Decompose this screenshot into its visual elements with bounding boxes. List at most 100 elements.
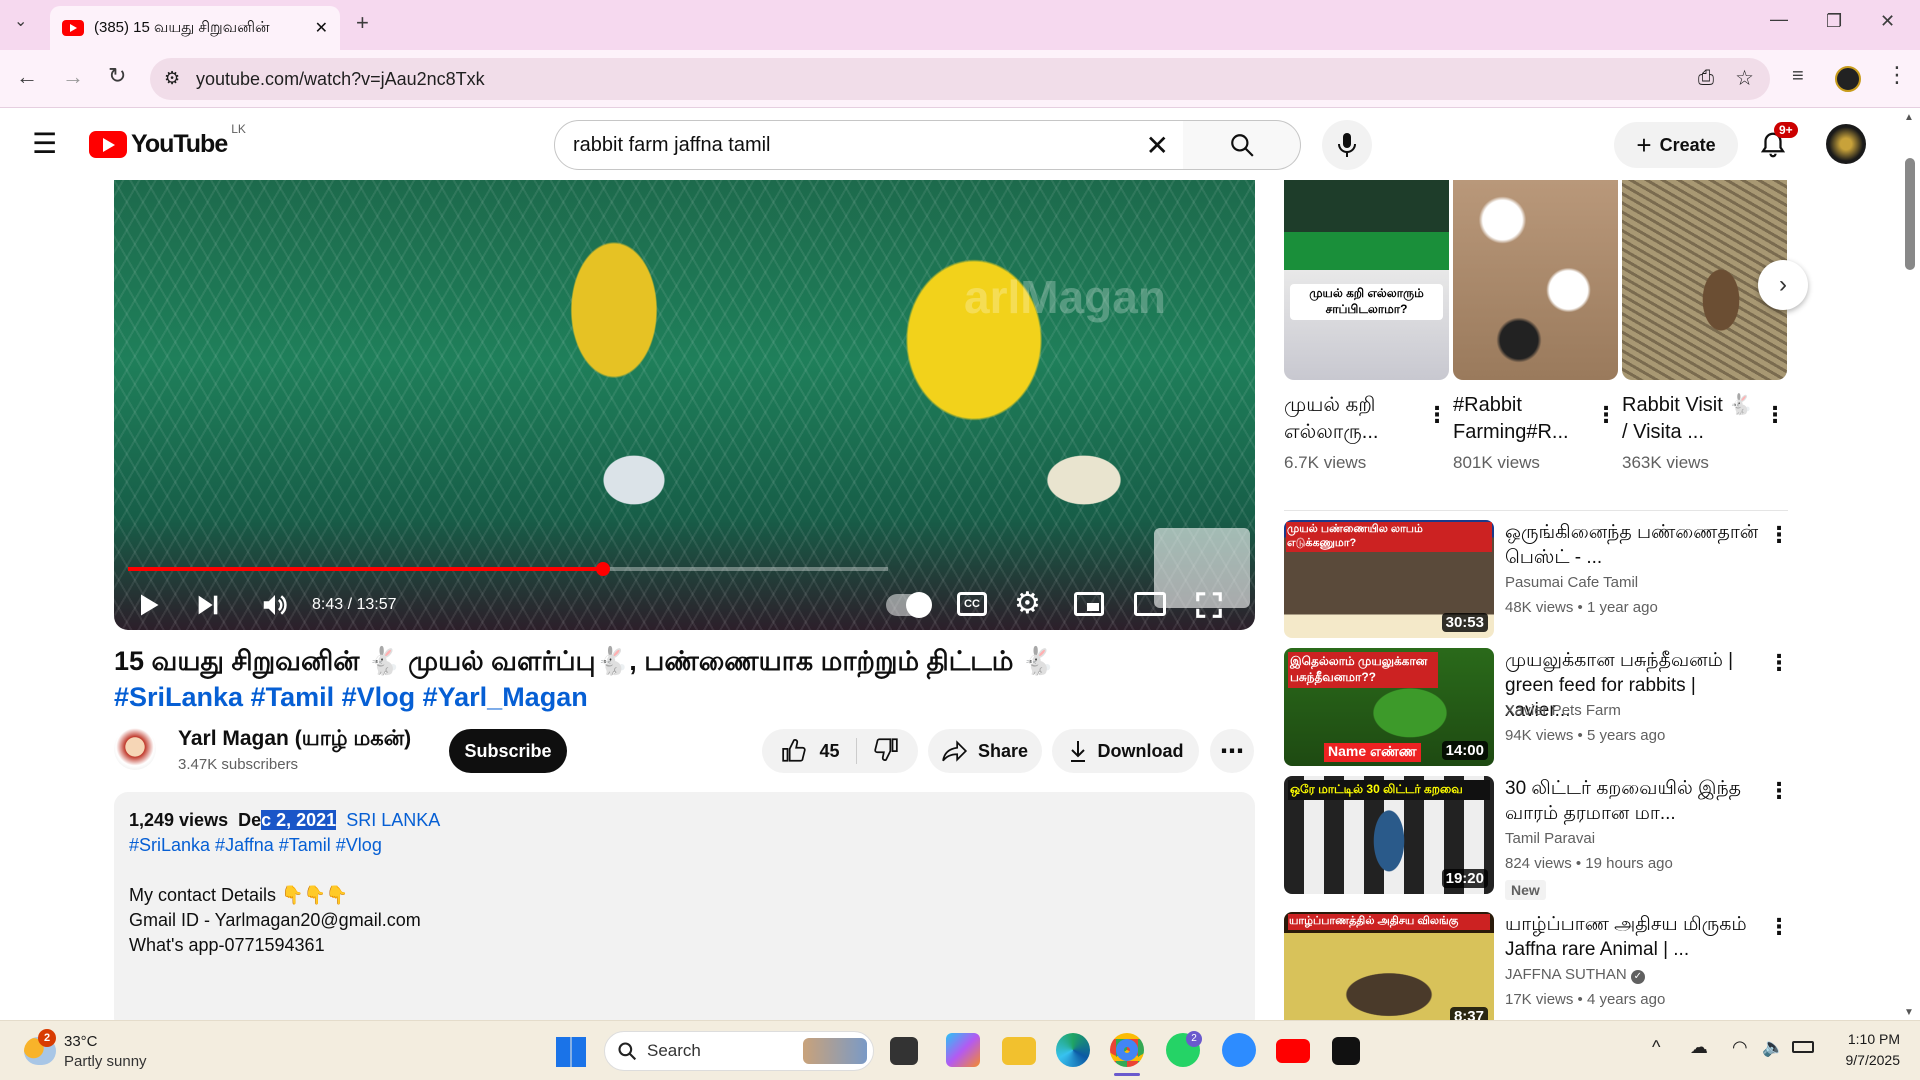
reload-icon[interactable]: ↻	[108, 65, 126, 87]
theater-mode-icon[interactable]	[1134, 592, 1166, 616]
related-title[interactable]: ஒருங்கினைந்த பண்ணைதான் பெஸ்ட் - ...	[1505, 520, 1760, 570]
scroll-down-icon[interactable]: ▼	[1904, 1007, 1914, 1018]
progress-scrubber[interactable]	[596, 562, 610, 576]
chrome-icon[interactable]	[1110, 1033, 1144, 1067]
related-channel[interactable]: Pasumai Cafe Tamil	[1505, 574, 1638, 591]
share-button[interactable]: Share	[928, 729, 1042, 773]
related-video[interactable]: ஒரே மாட்டில் 30 லிட்டர் கறவை 19:20 30 லி…	[1284, 776, 1790, 900]
onedrive-icon[interactable]: ☁	[1690, 1037, 1708, 1058]
short-menu-icon[interactable]: ⋮	[1764, 402, 1786, 428]
account-avatar[interactable]	[1826, 124, 1866, 164]
media-controls-icon[interactable]: ≡	[1792, 66, 1804, 86]
tab-search-chevron-icon[interactable]: ⌄	[14, 14, 27, 30]
short-thumbnail[interactable]	[1453, 180, 1618, 380]
windows-start-icon[interactable]	[556, 1037, 586, 1067]
related-thumbnail[interactable]: இதெல்லாம் முயலுக்கான பசுந்தீவனமா?? Name …	[1284, 648, 1494, 766]
location-link[interactable]: SRI LANKA	[346, 810, 440, 830]
channel-avatar[interactable]	[114, 728, 156, 770]
profile-avatar[interactable]	[1835, 66, 1861, 92]
show-hidden-icons-chevron[interactable]: ^	[1652, 1037, 1660, 1058]
search-input[interactable]: rabbit farm jaffna tamil ✕	[554, 120, 1184, 170]
related-channel[interactable]: JAFFNA SUTHAN ✓	[1505, 966, 1645, 984]
scroll-up-icon[interactable]: ▲	[1904, 112, 1914, 123]
related-video[interactable]: இதெல்லாம் முயலுக்கான பசுந்தீவனமா?? Name …	[1284, 648, 1790, 768]
search-query[interactable]: rabbit farm jaffna tamil	[573, 134, 771, 157]
related-menu-icon[interactable]: ⋮	[1768, 650, 1790, 676]
fullscreen-icon[interactable]	[1194, 590, 1224, 620]
notifications-button[interactable]: 9+	[1758, 122, 1798, 164]
description-tags[interactable]: #SriLanka #Jaffna #Tamil #Vlog	[129, 833, 1240, 858]
related-video[interactable]: முயல் பண்ணையில லாபம் எடுக்கணுமா? 30:53 ஒ…	[1284, 520, 1790, 640]
related-menu-icon[interactable]: ⋮	[1768, 914, 1788, 940]
dislike-button[interactable]	[857, 736, 899, 767]
short-item[interactable]: முயல் கறி எல்லாரும் சாப்பிடலாமா? முயல் க…	[1284, 180, 1449, 472]
create-button[interactable]: + Create	[1614, 122, 1738, 168]
related-menu-icon[interactable]: ⋮	[1768, 522, 1790, 548]
close-tab-icon[interactable]: ✕	[315, 18, 328, 38]
short-item[interactable]: #Rabbit Farming#R... 801K views ⋮	[1453, 180, 1618, 472]
download-button[interactable]: Download	[1052, 729, 1199, 773]
clear-search-icon[interactable]: ✕	[1146, 129, 1169, 162]
related-menu-icon[interactable]: ⋮	[1768, 778, 1790, 804]
wifi-icon[interactable]: ◠	[1732, 1037, 1748, 1058]
related-channel[interactable]: Tamil Paravai	[1505, 830, 1595, 847]
back-icon[interactable]: ←	[16, 66, 38, 88]
search-button[interactable]	[1183, 120, 1301, 170]
autoplay-toggle[interactable]	[886, 592, 932, 618]
settings-gear-icon[interactable]: ⚙	[1014, 586, 1041, 621]
zoom-icon[interactable]	[1222, 1033, 1256, 1067]
related-title[interactable]: யாழ்ப்பாண அதிசய மிருகம் Jaffna rare Anim…	[1505, 912, 1760, 962]
hamburger-menu-icon[interactable]: ☰	[32, 130, 57, 158]
window-close-icon[interactable]: ✕	[1880, 12, 1895, 30]
url-text[interactable]: youtube.com/watch?v=jAau2nc8Txk	[196, 69, 485, 90]
related-thumbnail[interactable]: ஒரே மாட்டில் 30 லிட்டர் கறவை 19:20	[1284, 776, 1494, 894]
related-title[interactable]: 30 லிட்டர் கறவையில் இந்த வாரம் தரமான மா.…	[1505, 776, 1760, 826]
subscribe-button[interactable]: Subscribe	[449, 729, 567, 773]
site-info-icon[interactable]: ⚙	[164, 68, 180, 89]
taskbar-search[interactable]: Search	[604, 1031, 874, 1071]
next-video-icon[interactable]	[194, 590, 222, 620]
task-view-icon[interactable]	[890, 1037, 918, 1065]
miniplayer-icon[interactable]	[1074, 592, 1104, 616]
battery-icon[interactable]	[1792, 1041, 1814, 1053]
bookmark-star-icon[interactable]: ☆	[1735, 66, 1754, 91]
browser-tab[interactable]: (385) 15 வயது சிறுவனின் ✕	[50, 6, 340, 50]
edge-icon[interactable]	[1056, 1033, 1090, 1067]
weather-widget[interactable]: 2 33°C Partly sunny	[24, 1029, 184, 1073]
progress-bar[interactable]	[128, 562, 888, 576]
chrome-menu-icon[interactable]: ⋮	[1886, 64, 1908, 86]
captions-icon[interactable]: CC	[957, 592, 987, 616]
related-video[interactable]: யாழ்ப்பாணத்தில் அதிசய விலங்கு 8:37 யாழ்ப…	[1284, 912, 1788, 1020]
maximize-icon[interactable]: ❐	[1826, 12, 1842, 30]
new-tab-icon[interactable]: +	[356, 12, 369, 34]
short-thumbnail[interactable]: முயல் கறி எல்லாரும் சாப்பிடலாமா?	[1284, 180, 1449, 380]
voice-search-button[interactable]	[1322, 120, 1372, 170]
shorts-next-button[interactable]: ›	[1758, 260, 1808, 310]
volume-icon[interactable]	[260, 590, 290, 620]
more-actions-button[interactable]: ⋯	[1210, 729, 1254, 773]
volume-icon[interactable]: 🔈	[1762, 1037, 1784, 1058]
file-explorer-icon[interactable]	[1002, 1037, 1036, 1065]
video-player[interactable]: arlMagan 8:43 / 13:57 CC ⚙	[114, 180, 1255, 630]
minimize-icon[interactable]: —	[1770, 10, 1788, 28]
related-thumbnail[interactable]: யாழ்ப்பாணத்தில் அதிசய விலங்கு 8:37	[1284, 912, 1494, 1020]
capcut-icon[interactable]	[1332, 1037, 1360, 1065]
related-channel[interactable]: Xavier Pets Farm	[1505, 702, 1621, 719]
page-scrollbar[interactable]: ▲ ▼	[1900, 108, 1920, 1020]
short-menu-icon[interactable]: ⋮	[1426, 402, 1448, 428]
short-menu-icon[interactable]: ⋮	[1595, 402, 1617, 428]
like-button[interactable]: 45	[781, 738, 857, 764]
channel-name[interactable]: Yarl Magan (யாழ் மகன்)	[178, 727, 411, 753]
short-title[interactable]: Rabbit Visit 🐇 / Visita ...	[1622, 392, 1757, 446]
short-title[interactable]: முயல் கறி எல்லாரு...	[1284, 392, 1419, 446]
related-thumbnail[interactable]: முயல் பண்ணையில லாபம் எடுக்கணுமா? 30:53	[1284, 520, 1494, 638]
clock-time[interactable]: 1:10 PM	[1830, 1031, 1900, 1047]
clock-date[interactable]: 9/7/2025	[1830, 1052, 1901, 1068]
youtube-logo[interactable]: YouTube LK	[89, 122, 246, 159]
scroll-thumb[interactable]	[1905, 158, 1915, 270]
short-title[interactable]: #Rabbit Farming#R...	[1453, 392, 1588, 446]
copilot-icon[interactable]	[946, 1033, 980, 1067]
omnibox[interactable]: ⚙ youtube.com/watch?v=jAau2nc8Txk ⎙ ☆	[150, 58, 1770, 100]
video-title-hashtags[interactable]: #SriLanka #Tamil #Vlog #Yarl_Magan	[114, 679, 1264, 715]
forward-icon[interactable]: →	[62, 66, 84, 88]
